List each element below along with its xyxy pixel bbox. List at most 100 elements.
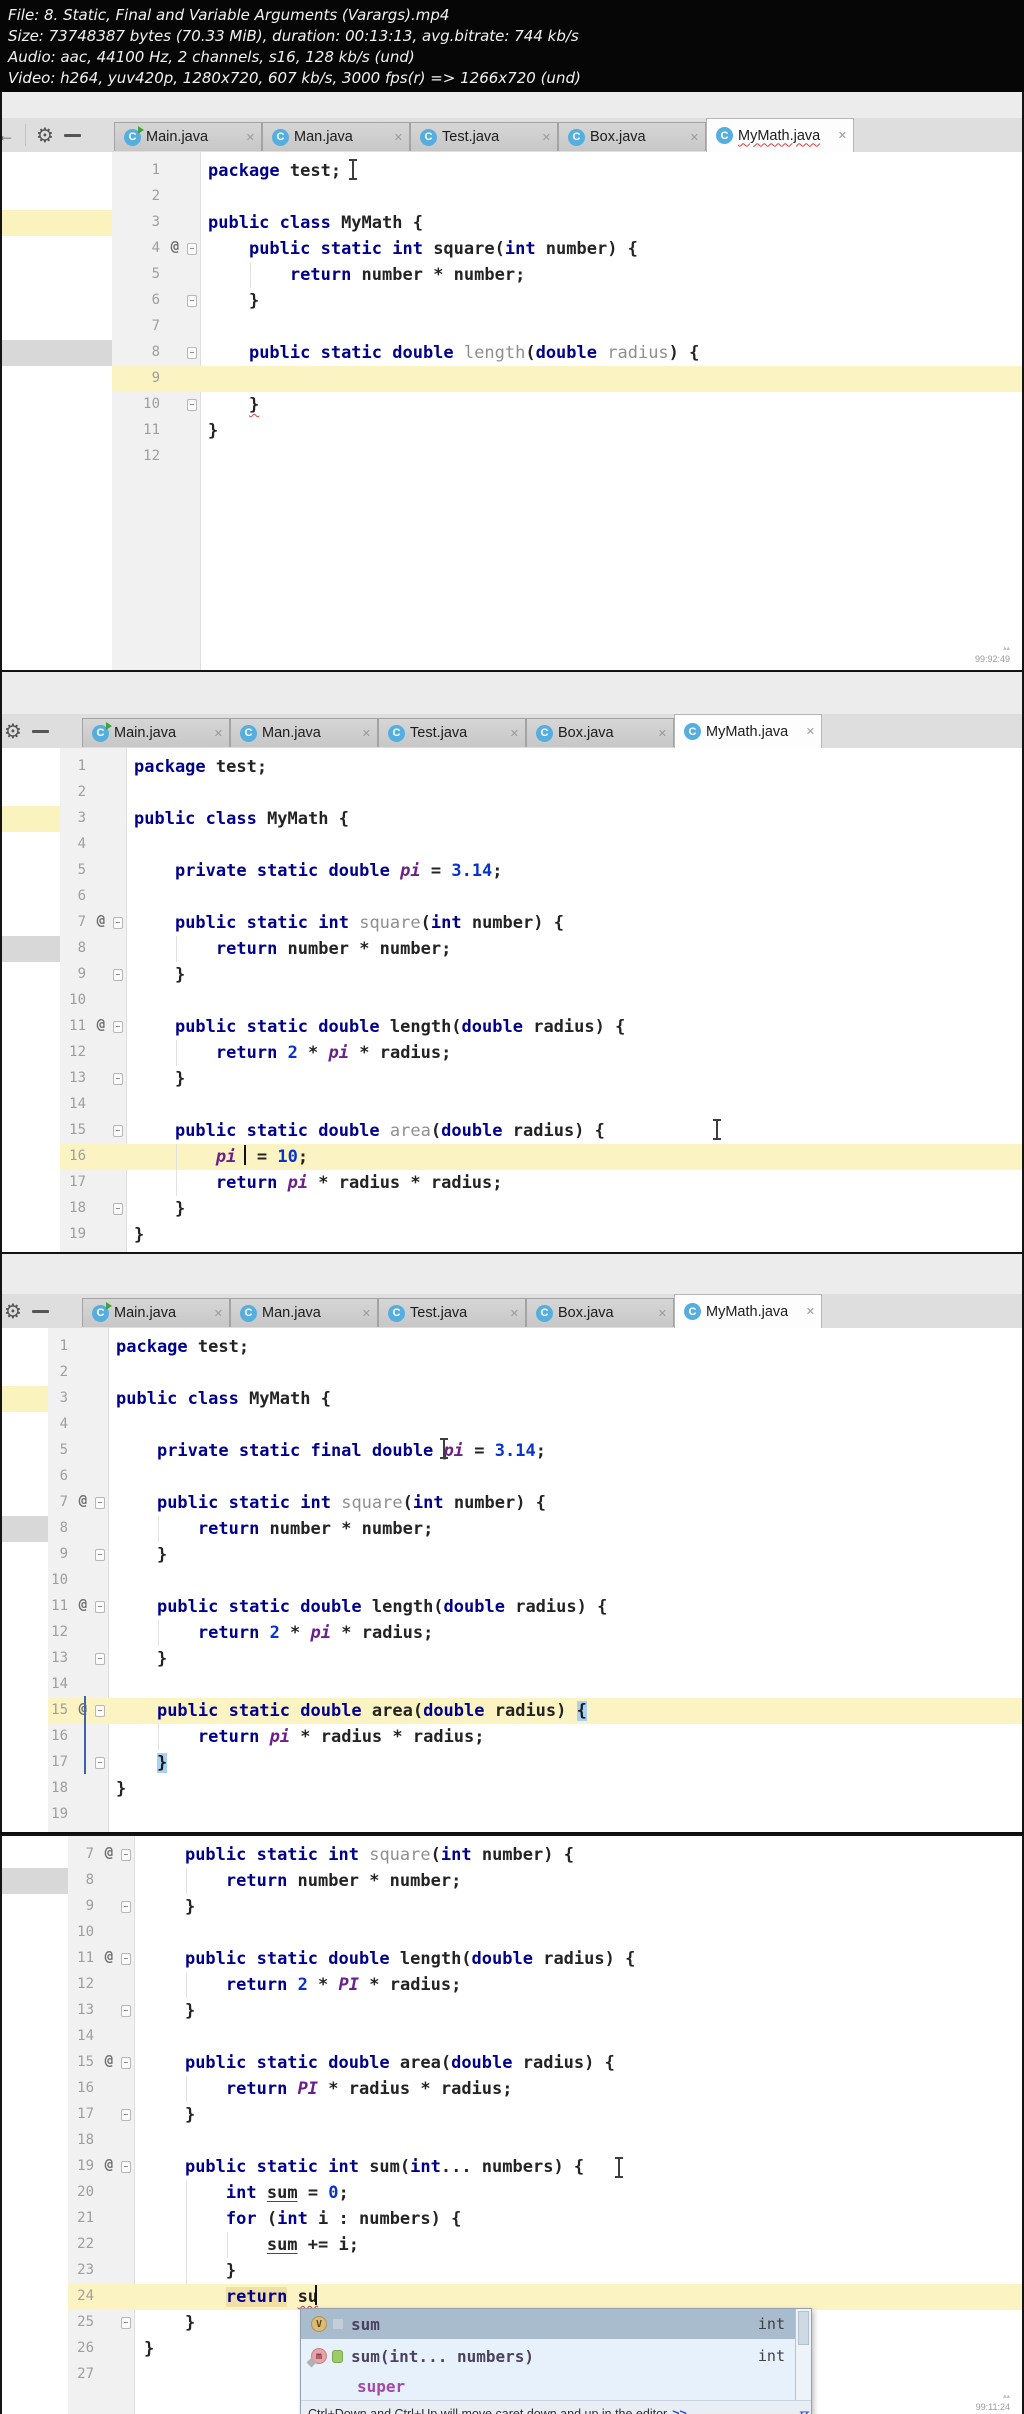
code-editor[interactable]: 1 package test; 2 3 public class MyMath {4 @ … xyxy=(2,152,1022,670)
strip-spacer xyxy=(2,418,112,444)
code-text: public static double length(double radiu… xyxy=(108,1594,1022,1620)
tab-test-java[interactable]: C Test.java ✕ xyxy=(378,718,526,747)
tab-test-java[interactable]: C Test.java ✕ xyxy=(378,1298,526,1327)
tab-test-java[interactable]: C Test.java ✕ xyxy=(410,122,558,151)
code-text: } xyxy=(134,1894,1022,1920)
fold-icon[interactable] xyxy=(121,2057,131,2069)
line-number: 11 xyxy=(69,1018,86,1034)
token: } xyxy=(116,1545,168,1565)
close-icon[interactable]: ✕ xyxy=(510,727,519,740)
completion-item[interactable]: super xyxy=(301,2373,811,2399)
close-icon[interactable]: ✕ xyxy=(806,1305,815,1318)
tab-mymath-java[interactable]: C MyMath.java ✕ xyxy=(674,714,822,748)
gear-icon[interactable]: ⚙ xyxy=(4,721,22,741)
minimize-icon[interactable] xyxy=(31,1309,49,1313)
token: ; xyxy=(535,1441,546,1461)
fold-icon[interactable] xyxy=(121,2109,131,2121)
tab-main-java[interactable]: C Main.java ✕ xyxy=(82,1298,230,1327)
indent-guide xyxy=(157,1516,159,1542)
close-icon[interactable]: ✕ xyxy=(658,727,667,740)
back-icon[interactable]: ← xyxy=(2,125,15,146)
code-line: 5 return number * number; xyxy=(2,262,1022,288)
close-icon[interactable]: ✕ xyxy=(362,1307,371,1320)
close-icon[interactable]: ✕ xyxy=(394,131,403,144)
line-number: 18 xyxy=(77,2132,94,2148)
watermark-line: ▴▴ xyxy=(1002,645,1010,652)
minimize-icon[interactable] xyxy=(63,133,81,137)
tab-main-java[interactable]: C Main.java ✕ xyxy=(82,718,230,747)
popup-scrollbar-thumb[interactable] xyxy=(798,2311,809,2345)
fold-icon[interactable] xyxy=(95,1497,105,1509)
close-icon[interactable]: ✕ xyxy=(838,129,847,142)
fold-icon[interactable] xyxy=(95,1601,105,1613)
fold-icon[interactable] xyxy=(121,1953,131,1965)
fold-icon[interactable] xyxy=(121,2005,131,2017)
close-icon[interactable]: ✕ xyxy=(542,131,551,144)
code-text: public static int sum(int... numbers) { xyxy=(134,2154,1022,2180)
fold-icon[interactable] xyxy=(121,1901,131,1913)
fold-icon[interactable] xyxy=(121,2317,131,2329)
line-number: 10 xyxy=(77,1924,94,1940)
code-line: 17 } xyxy=(2,1750,1022,1776)
fold-icon[interactable] xyxy=(187,243,197,255)
close-icon[interactable]: ✕ xyxy=(510,1307,519,1320)
fold-icon[interactable] xyxy=(121,2161,131,2173)
run-overlay-icon xyxy=(106,721,112,730)
close-icon[interactable]: ✕ xyxy=(214,1307,223,1320)
completion-item[interactable]: Vsum int xyxy=(301,2309,811,2339)
minimize-icon[interactable] xyxy=(31,729,49,733)
tab-mymath-java[interactable]: C MyMath.java ✕ xyxy=(674,1294,822,1328)
fold-icon[interactable] xyxy=(113,1021,123,1033)
fold-icon[interactable] xyxy=(187,347,197,359)
fold-icon[interactable] xyxy=(113,969,123,981)
fold-icon[interactable] xyxy=(113,1125,123,1137)
tab-box-java[interactable]: C Box.java ✕ xyxy=(526,718,674,747)
code-editor[interactable]: 1 package test; 2 3 public class MyMath {4 5 … xyxy=(2,1328,1022,1832)
fold-icon[interactable] xyxy=(95,1653,105,1665)
line-number: 14 xyxy=(69,1096,86,1112)
hint-link[interactable]: >> xyxy=(672,2407,687,2414)
tab-man-java[interactable]: C Man.java ✕ xyxy=(230,1298,378,1327)
fold-icon[interactable] xyxy=(95,1549,105,1561)
popup-scrollbar[interactable] xyxy=(795,2309,811,2414)
gutter-cell: 1 xyxy=(60,754,126,780)
gear-icon[interactable]: ⚙ xyxy=(36,125,54,145)
line-number: 17 xyxy=(69,1174,86,1190)
code-line: 1 package test; xyxy=(2,158,1022,184)
gutter-cell: 13 xyxy=(60,1066,126,1092)
close-icon[interactable]: ✕ xyxy=(690,131,699,144)
code-text: } xyxy=(126,1196,1022,1222)
gear-icon[interactable]: ⚙ xyxy=(4,1301,22,1321)
token: } xyxy=(208,421,219,441)
tab-man-java[interactable]: C Man.java ✕ xyxy=(230,718,378,747)
code-editor[interactable]: 1 package test; 2 3 public class MyMath {4 5 … xyxy=(2,748,1022,1252)
token: public static double xyxy=(174,1017,380,1037)
close-icon[interactable]: ✕ xyxy=(214,727,223,740)
tab-box-java[interactable]: C Box.java ✕ xyxy=(558,122,706,151)
close-icon[interactable]: ✕ xyxy=(658,1307,667,1320)
close-icon[interactable]: ✕ xyxy=(806,725,815,738)
token: number * number; xyxy=(287,1871,462,1891)
fold-icon[interactable] xyxy=(95,1705,105,1717)
line-number: 24 xyxy=(77,2288,94,2304)
fold-icon[interactable] xyxy=(187,399,197,411)
fold-icon[interactable] xyxy=(187,295,197,307)
tab-box-java[interactable]: C Box.java ✕ xyxy=(526,1298,674,1327)
fold-icon[interactable] xyxy=(95,1757,105,1769)
watermark-line: ▴▴ xyxy=(1002,2393,1010,2400)
fold-icon[interactable] xyxy=(113,1203,123,1215)
pi-pin-icon[interactable]: π xyxy=(798,2405,809,2414)
tab-man-java[interactable]: C Man.java ✕ xyxy=(262,122,410,151)
tab-mymath-java[interactable]: C MyMath.java ✕ xyxy=(706,118,854,152)
line-number: 8 xyxy=(151,344,160,360)
line-number: 11 xyxy=(143,422,160,438)
fold-icon[interactable] xyxy=(121,1849,131,1861)
fold-icon[interactable] xyxy=(113,917,123,929)
tab-main-java[interactable]: C Main.java ✕ xyxy=(114,122,262,151)
close-icon[interactable]: ✕ xyxy=(362,727,371,740)
close-icon[interactable]: ✕ xyxy=(246,131,255,144)
fold-icon[interactable] xyxy=(113,1073,123,1085)
completion-item[interactable]: m sum(int... numbers) int xyxy=(301,2339,811,2373)
